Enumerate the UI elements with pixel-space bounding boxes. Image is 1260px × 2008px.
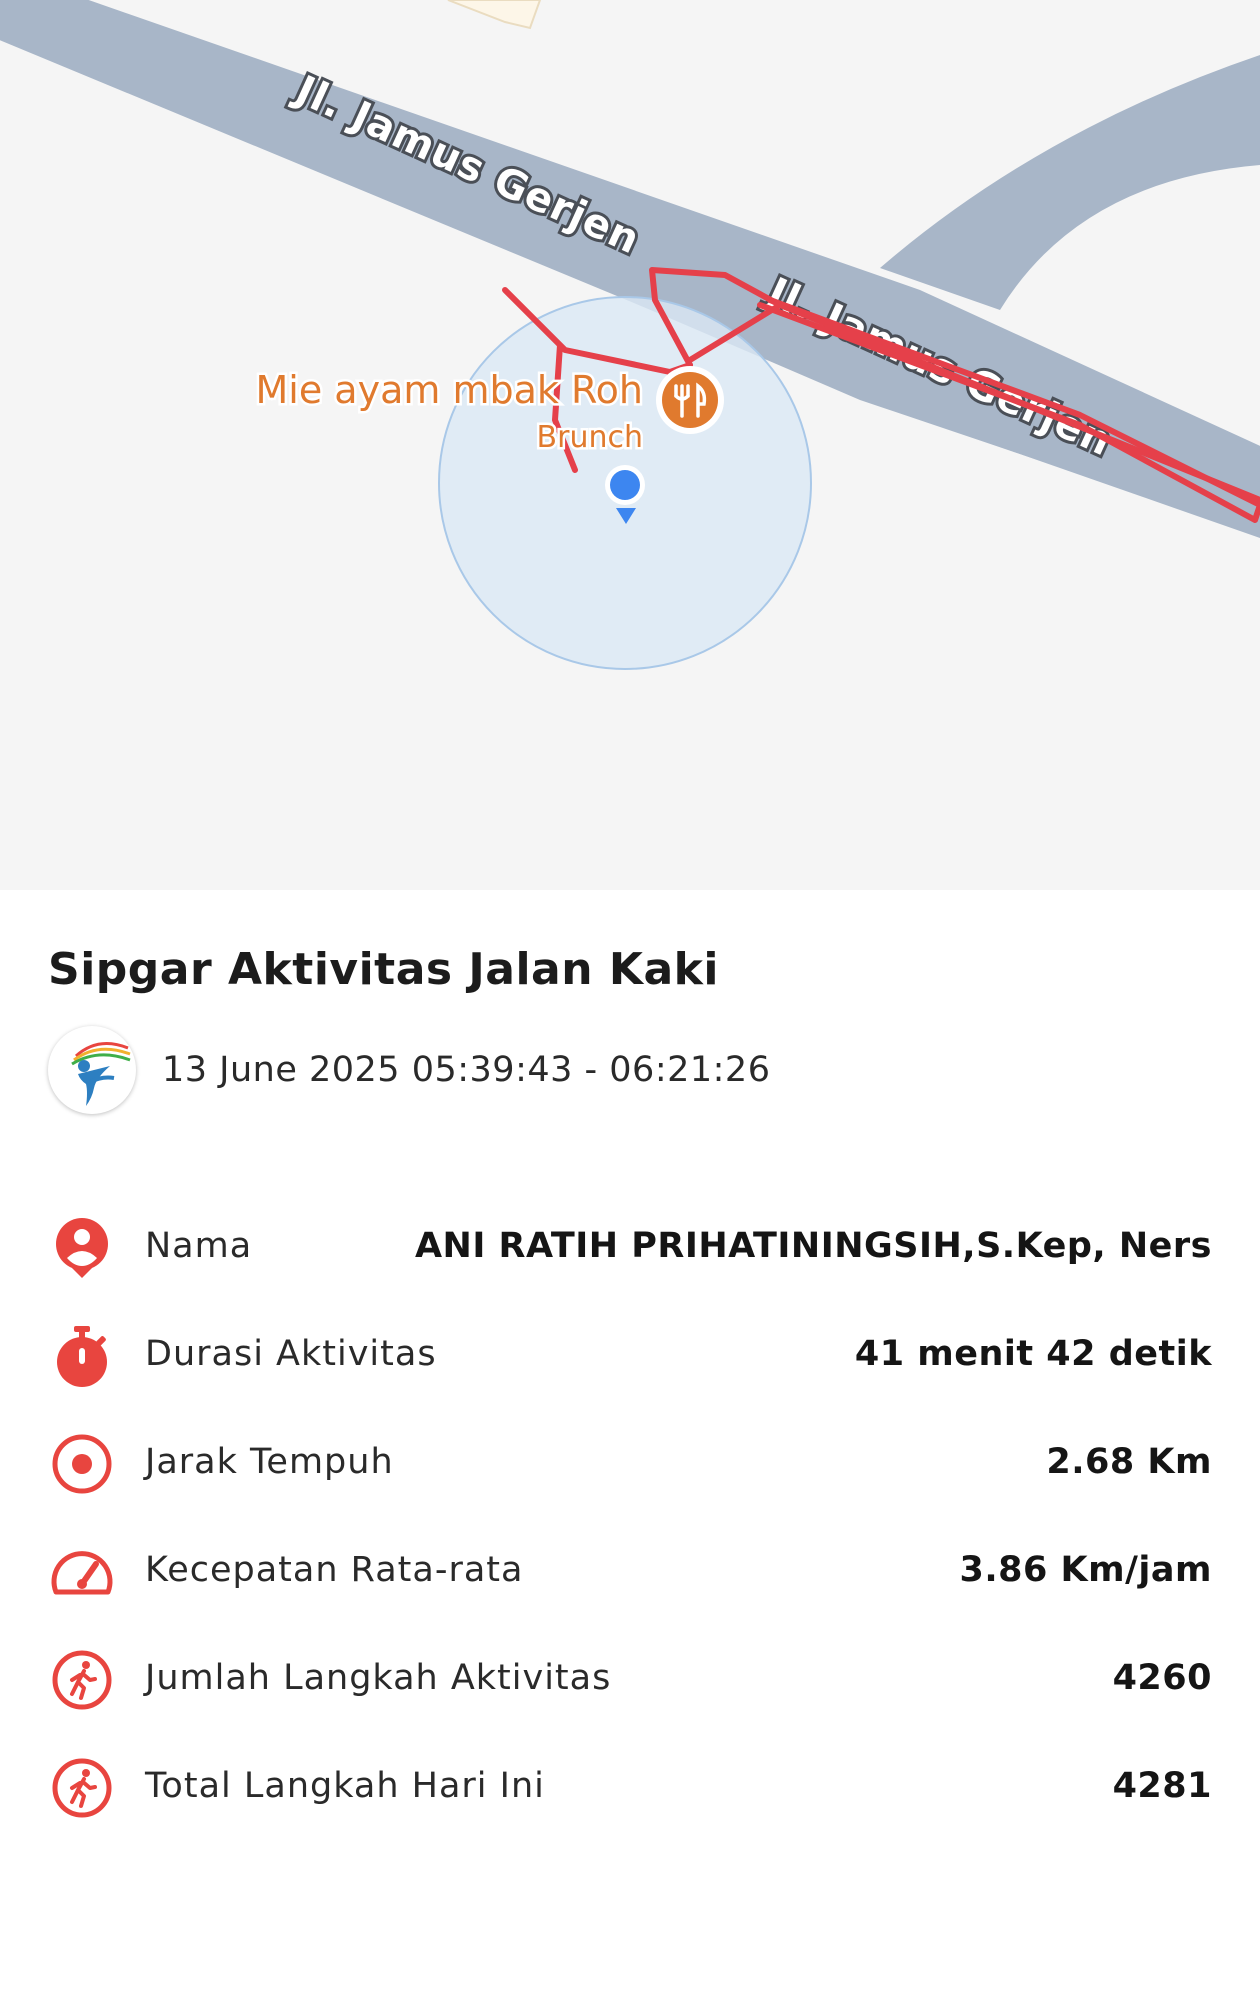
- row-value: ANI RATIH PRIHATININGSIH,S.Kep, Ners: [414, 1226, 1212, 1266]
- poi-marker: [656, 366, 724, 434]
- walking-icon: [52, 1758, 112, 1818]
- row-jumlah-langkah: Jumlah Langkah Aktivitas 4260: [0, 1634, 1260, 1724]
- row-nama: Nama ANI RATIH PRIHATININGSIH,S.Kep, Ner…: [0, 1202, 1260, 1292]
- walking-icon: [52, 1650, 112, 1710]
- row-label: Kecepatan Rata-rata: [145, 1550, 524, 1590]
- map-canvas: Jl. Jamus Gerjen Jl. Jamus Gerjen Mie ay…: [0, 0, 1260, 670]
- map-view[interactable]: Jl. Jamus Gerjen Jl. Jamus Gerjen Mie ay…: [0, 0, 1260, 890]
- activity-panel: Sipgar Aktivitas Jalan Kaki 13 June 2025…: [0, 890, 1260, 2008]
- row-value: 4281: [1112, 1766, 1212, 1806]
- row-value: 3.86 Km/jam: [959, 1550, 1212, 1590]
- app-logo: [48, 1026, 136, 1114]
- row-label: Jarak Tempuh: [145, 1442, 394, 1482]
- row-kecepatan: Kecepatan Rata-rata 3.86 Km/jam: [0, 1526, 1260, 1616]
- speedometer-icon: [51, 1551, 113, 1595]
- poi-category-label: Brunch: [537, 420, 643, 455]
- building-shape: [447, 0, 542, 30]
- stopwatch-icon: [57, 1326, 107, 1387]
- branch-road: [880, 55, 1260, 310]
- row-label: Jumlah Langkah Aktivitas: [145, 1658, 612, 1698]
- row-value: 4260: [1112, 1658, 1212, 1698]
- activity-datetime: 13 June 2025 05:39:43 - 06:21:26: [162, 1050, 771, 1090]
- row-durasi: Durasi Aktivitas 41 menit 42 detik: [0, 1310, 1260, 1400]
- poi-name-label: Mie ayam mbak Roh: [256, 368, 644, 412]
- row-value: 41 menit 42 detik: [854, 1334, 1212, 1374]
- row-label: Durasi Aktivitas: [145, 1334, 437, 1374]
- row-label: Nama: [145, 1226, 253, 1266]
- target-icon: [52, 1434, 112, 1494]
- row-label: Total Langkah Hari Ini: [145, 1766, 545, 1806]
- person-pin-icon: [56, 1218, 108, 1278]
- row-total-langkah: Total Langkah Hari Ini 4281: [0, 1742, 1260, 1832]
- activity-title: Sipgar Aktivitas Jalan Kaki: [48, 944, 720, 995]
- row-jarak: Jarak Tempuh 2.68 Km: [0, 1418, 1260, 1508]
- row-value: 2.68 Km: [1046, 1442, 1212, 1482]
